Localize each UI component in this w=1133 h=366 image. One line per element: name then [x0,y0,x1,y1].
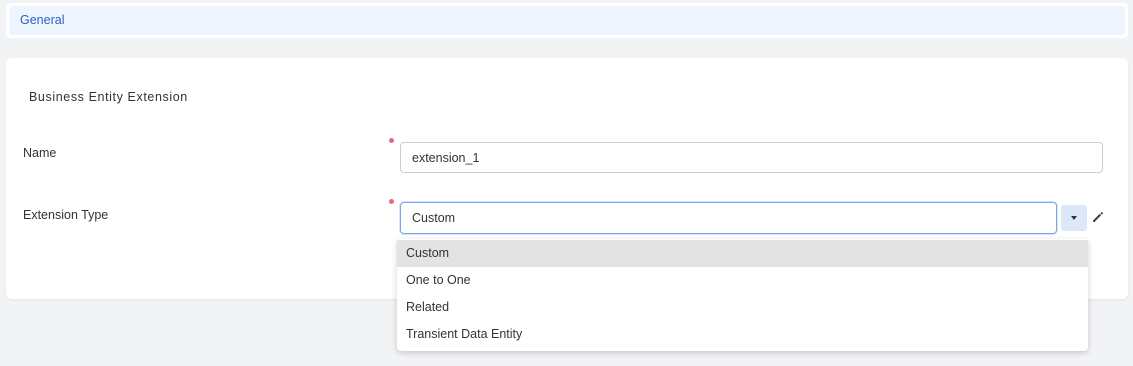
chevron-down-icon [1071,216,1077,220]
option-transient-data-entity[interactable]: Transient Data Entity [397,321,1088,348]
name-label: Name [23,146,57,160]
name-field[interactable]: extension_1 [400,142,1103,173]
extension-type-options: Custom One to One Related Transient Data… [397,239,1088,351]
option-related[interactable]: Related [397,294,1088,321]
tab-general[interactable]: General [9,6,1125,35]
name-required-indicator [389,138,394,143]
extension-type-dropdown-button[interactable] [1061,205,1087,231]
tab-bar: General [6,3,1128,38]
option-one-to-one[interactable]: One to One [397,267,1088,294]
option-custom[interactable]: Custom [397,240,1088,267]
section-title: Business Entity Extension [29,90,188,104]
pencil-icon[interactable] [1091,210,1105,224]
extension-type-required-indicator [389,199,394,204]
extension-type-value: Custom [412,211,456,225]
name-field-value: extension_1 [412,150,480,165]
extension-type-label: Extension Type [23,208,109,222]
extension-type-select[interactable]: Custom [400,202,1057,234]
